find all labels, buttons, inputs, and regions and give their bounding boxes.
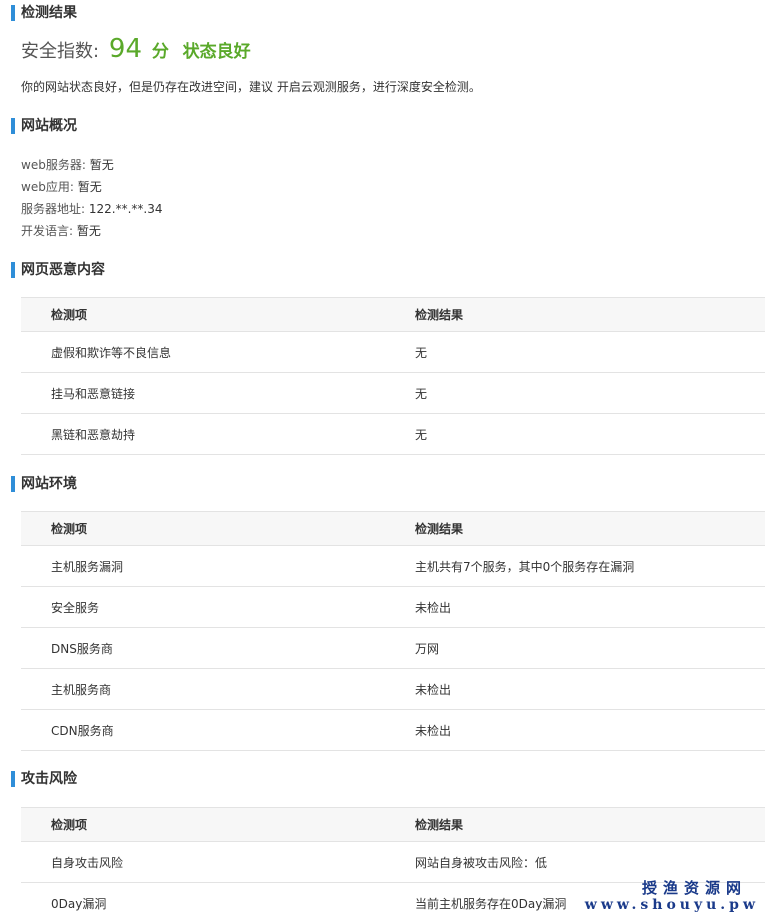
table-row: 主机服务商 未检出: [21, 669, 765, 710]
overview-key: web服务器:: [21, 158, 86, 172]
row-result: 未检出: [415, 682, 452, 697]
overview-value: 暂无: [89, 158, 114, 172]
table-row: DNS服务商 万网: [21, 628, 765, 669]
row-item: DNS服务商: [51, 641, 113, 656]
row-result: 未检出: [415, 600, 452, 615]
score-status: 状态良好: [182, 42, 251, 62]
overview-value: 暂无: [76, 224, 101, 238]
row-result: 万网: [415, 641, 440, 656]
table-row: CDN服务商 未检出: [21, 710, 765, 751]
overview-key: 服务器地址:: [21, 202, 86, 216]
overview-key: 开发语言:: [21, 224, 74, 238]
row-item: 主机服务漏洞: [51, 559, 124, 574]
environment-table: 检测项 检测结果 主机服务漏洞 主机共有7个服务，其中0个服务存在漏洞 安全服务…: [21, 511, 765, 751]
security-score: 安全指数: 94 分 状态良好: [21, 34, 251, 68]
table-row: 主机服务漏洞 主机共有7个服务，其中0个服务存在漏洞: [21, 546, 765, 587]
site-watermark: 授渔资源网 www.shouyu.pw: [584, 878, 759, 913]
row-result: 无: [415, 427, 428, 442]
table-row: 安全服务 未检出: [21, 587, 765, 628]
row-item: 主机服务商: [51, 682, 112, 697]
table-row: 黑链和恶意劫持 无: [21, 414, 765, 455]
section-title-overview: 网站概况: [11, 118, 77, 134]
result-description: 你的网站状态良好，但是仍存在改进空间，建议 开启云观测服务，进行深度安全检测。: [21, 80, 481, 94]
section-title-malicious: 网页恶意内容: [11, 262, 105, 278]
malicious-table: 检测项 检测结果 虚假和欺诈等不良信息 无 挂马和恶意链接 无 黑链和恶意劫持 …: [21, 297, 765, 455]
row-item: 自身攻击风险: [51, 855, 124, 870]
header-item: 检测项: [51, 522, 88, 536]
overview-key: web应用:: [21, 180, 74, 194]
overview-item-server-address: 服务器地址: 122.**.**.34: [21, 198, 163, 220]
score-value: 94: [108, 34, 142, 64]
security-report-page: 检测结果 安全指数: 94 分 状态良好 你的网站状态良好，但是仍存在改进空间，…: [0, 0, 765, 915]
row-result: 当前主机服务存在0Day漏洞: [415, 896, 567, 911]
row-item: 挂马和恶意链接: [51, 386, 136, 401]
table-row: 自身攻击风险 网站自身被攻击风险：低: [21, 842, 765, 883]
overview-value: 122.**.**.34: [88, 202, 163, 216]
score-label: 安全指数:: [21, 41, 100, 62]
section-title-attack: 攻击风险: [11, 771, 77, 787]
row-item: 0Day漏洞: [51, 896, 107, 911]
row-result: 未检出: [415, 723, 452, 738]
row-result: 网站自身被攻击风险：低: [415, 855, 548, 870]
overview-list: web服务器: 暂无 web应用: 暂无 服务器地址: 122.**.**.34…: [21, 154, 163, 242]
row-item: CDN服务商: [51, 723, 114, 738]
watermark-url: www.shouyu.pw: [584, 896, 759, 913]
row-result: 主机共有7个服务，其中0个服务存在漏洞: [415, 559, 635, 574]
header-item: 检测项: [51, 818, 88, 832]
table-row: 虚假和欺诈等不良信息 无: [21, 332, 765, 373]
row-item: 虚假和欺诈等不良信息: [51, 345, 172, 360]
table-header: 检测项 检测结果: [21, 298, 765, 332]
header-item: 检测项: [51, 308, 88, 322]
overview-item-dev-language: 开发语言: 暂无: [21, 220, 163, 242]
score-unit: 分: [151, 42, 169, 62]
overview-item-web-server: web服务器: 暂无: [21, 154, 163, 176]
row-result: 无: [415, 345, 428, 360]
table-row: 挂马和恶意链接 无: [21, 373, 765, 414]
header-result: 检测结果: [415, 818, 464, 832]
header-result: 检测结果: [415, 522, 464, 536]
section-title-result: 检测结果: [11, 5, 77, 21]
row-item: 安全服务: [51, 600, 100, 615]
header-result: 检测结果: [415, 308, 464, 322]
watermark-name: 授渔资源网: [641, 878, 747, 897]
table-header: 检测项 检测结果: [21, 512, 765, 546]
overview-item-web-app: web应用: 暂无: [21, 176, 163, 198]
table-header: 检测项 检测结果: [21, 808, 765, 842]
section-title-environment: 网站环境: [11, 476, 77, 492]
overview-value: 暂无: [77, 180, 102, 194]
row-result: 无: [415, 386, 428, 401]
row-item: 黑链和恶意劫持: [51, 427, 136, 442]
